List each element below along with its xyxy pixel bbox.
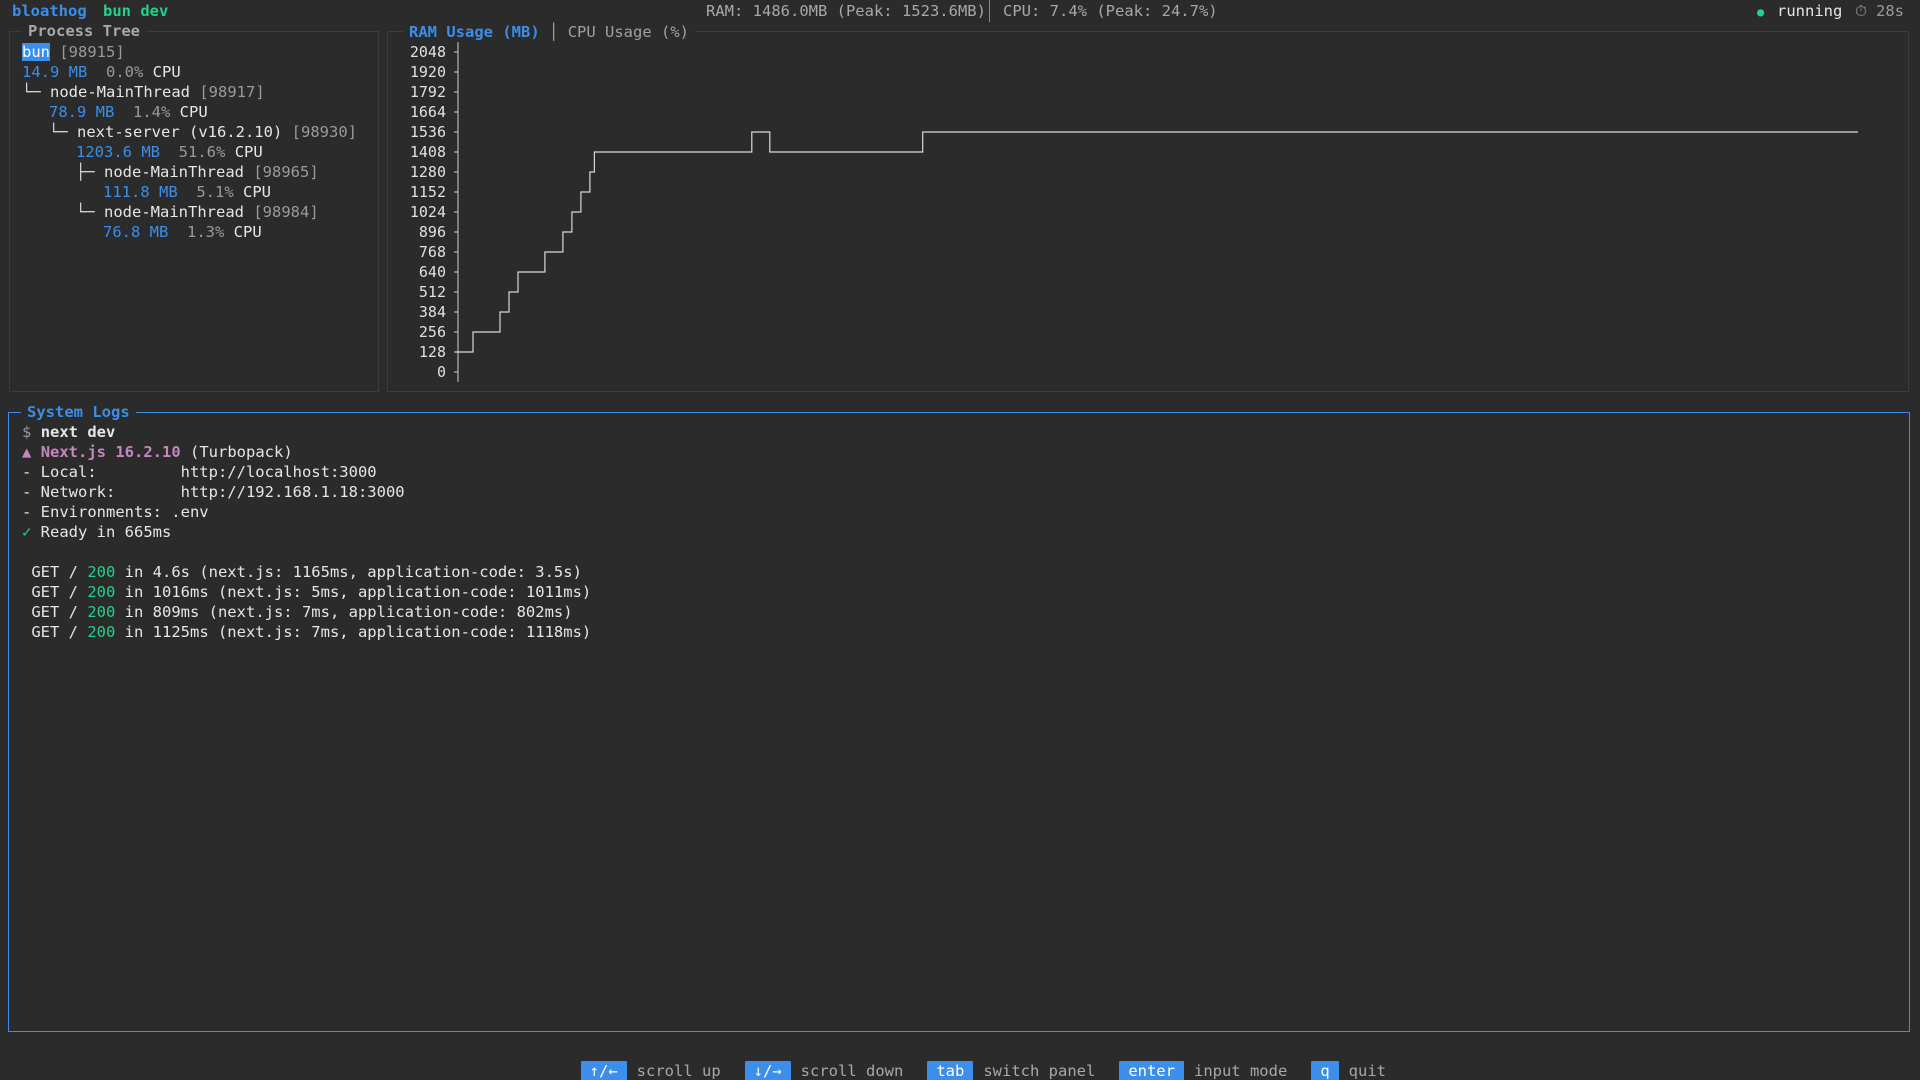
- request-detail: in 4.6s (next.js: 1165ms, application-co…: [115, 563, 582, 581]
- key-badge: ↑/←: [580, 1061, 627, 1080]
- key-hint-scroll-down[interactable]: ↓/→ scroll down: [744, 1061, 928, 1080]
- y-tick-label: 1920: [410, 63, 446, 81]
- triangle-icon: ▲: [22, 443, 32, 461]
- request-method: GET /: [22, 563, 88, 581]
- y-tick-label: 768: [419, 243, 446, 261]
- key-badge: q: [1311, 1061, 1339, 1080]
- request-status: 200: [87, 623, 116, 641]
- log-line: - Local: http://localhost:3000: [22, 462, 377, 482]
- request-detail: in 1016ms (next.js: 5ms, application-cod…: [115, 583, 592, 601]
- request-method: GET /: [22, 623, 88, 641]
- ram-usage-series-line: [455, 131, 1858, 353]
- y-tick-label: 1152: [410, 183, 446, 201]
- key-badge: tab: [927, 1061, 974, 1080]
- y-tick-label: 640: [419, 263, 446, 281]
- network-url[interactable]: http://192.168.1.18:3000: [181, 483, 405, 501]
- key-label: scroll down: [800, 1062, 904, 1080]
- key-hint-quit[interactable]: q quit: [1311, 1061, 1410, 1080]
- y-tick-label: 1792: [410, 83, 446, 101]
- y-tick-label: 1024: [410, 203, 446, 221]
- y-tick-label: 896: [419, 223, 446, 241]
- key-hints-bar: ↑/← scroll up ↓/→ scroll down tab switch pane…: [562, 1041, 1410, 1080]
- key-badge: ↓/→: [744, 1061, 791, 1080]
- log-request-line: GET / 200 in 1016ms (next.js: 5ms, appli…: [22, 582, 591, 602]
- key-label: switch panel: [983, 1062, 1096, 1080]
- log-request-line: GET / 200 in 1125ms (next.js: 7ms, appli…: [22, 622, 591, 642]
- log-line: ✓ Ready in 665ms: [22, 522, 171, 542]
- key-badge: enter: [1119, 1061, 1184, 1080]
- request-method: GET /: [22, 583, 88, 601]
- key-hint-input-mode[interactable]: enter input mode: [1119, 1061, 1311, 1080]
- check-icon: ✓: [22, 523, 32, 541]
- log-line: - Environments: .env: [22, 503, 209, 521]
- y-tick-label: 0: [437, 363, 446, 381]
- request-status: 200: [87, 563, 116, 581]
- log-request-line: GET / 200 in 809ms (next.js: 7ms, applic…: [22, 602, 573, 622]
- log-text: - Local:: [22, 463, 181, 481]
- key-label: input mode: [1193, 1062, 1288, 1080]
- request-detail: in 809ms (next.js: 7ms, application-code…: [115, 603, 573, 621]
- y-tick-label: 384: [419, 303, 446, 321]
- system-logs-panel[interactable]: System Logs: [8, 402, 1910, 1032]
- y-tick-label: 1536: [410, 123, 446, 141]
- y-tick-label: 1664: [410, 103, 446, 121]
- y-tick-label: 1408: [410, 143, 446, 161]
- log-line: $ next dev: [22, 422, 115, 442]
- request-detail: in 1125ms (next.js: 7ms, application-cod…: [115, 623, 592, 641]
- request-status: 200: [87, 583, 116, 601]
- key-hint-scroll-up[interactable]: ↑/← scroll up: [580, 1061, 745, 1080]
- prompt-icon: $: [22, 423, 32, 441]
- y-tick-label: 128: [419, 343, 446, 361]
- y-tick-label: 512: [419, 283, 446, 301]
- y-tick-label: 2048: [410, 43, 446, 61]
- log-line: ▲ Next.js 16.2.10 (Turbopack): [22, 442, 293, 462]
- y-tick-label: 256: [419, 323, 446, 341]
- key-hint-switch-panel[interactable]: tab switch panel: [927, 1061, 1119, 1080]
- log-text: (Turbopack): [180, 443, 293, 461]
- y-tick-label: 1280: [410, 163, 446, 181]
- log-text: - Network:: [22, 483, 181, 501]
- log-line: - Network: http://192.168.1.18:3000: [22, 482, 405, 502]
- next-version: Next.js 16.2.10: [40, 443, 181, 461]
- log-text: Ready in 665ms: [31, 523, 172, 541]
- request-status: 200: [87, 603, 116, 621]
- log-command: next dev: [40, 423, 116, 441]
- request-method: GET /: [22, 603, 88, 621]
- log-request-line: GET / 200 in 4.6s (next.js: 1165ms, appl…: [22, 562, 582, 582]
- ram-usage-chart: 2048192017921664153614081280115210248967…: [410, 42, 1858, 382]
- key-label: scroll up: [636, 1062, 721, 1080]
- panel-title: System Logs: [21, 402, 136, 422]
- key-label: quit: [1348, 1062, 1386, 1080]
- local-url[interactable]: http://localhost:3000: [181, 463, 377, 481]
